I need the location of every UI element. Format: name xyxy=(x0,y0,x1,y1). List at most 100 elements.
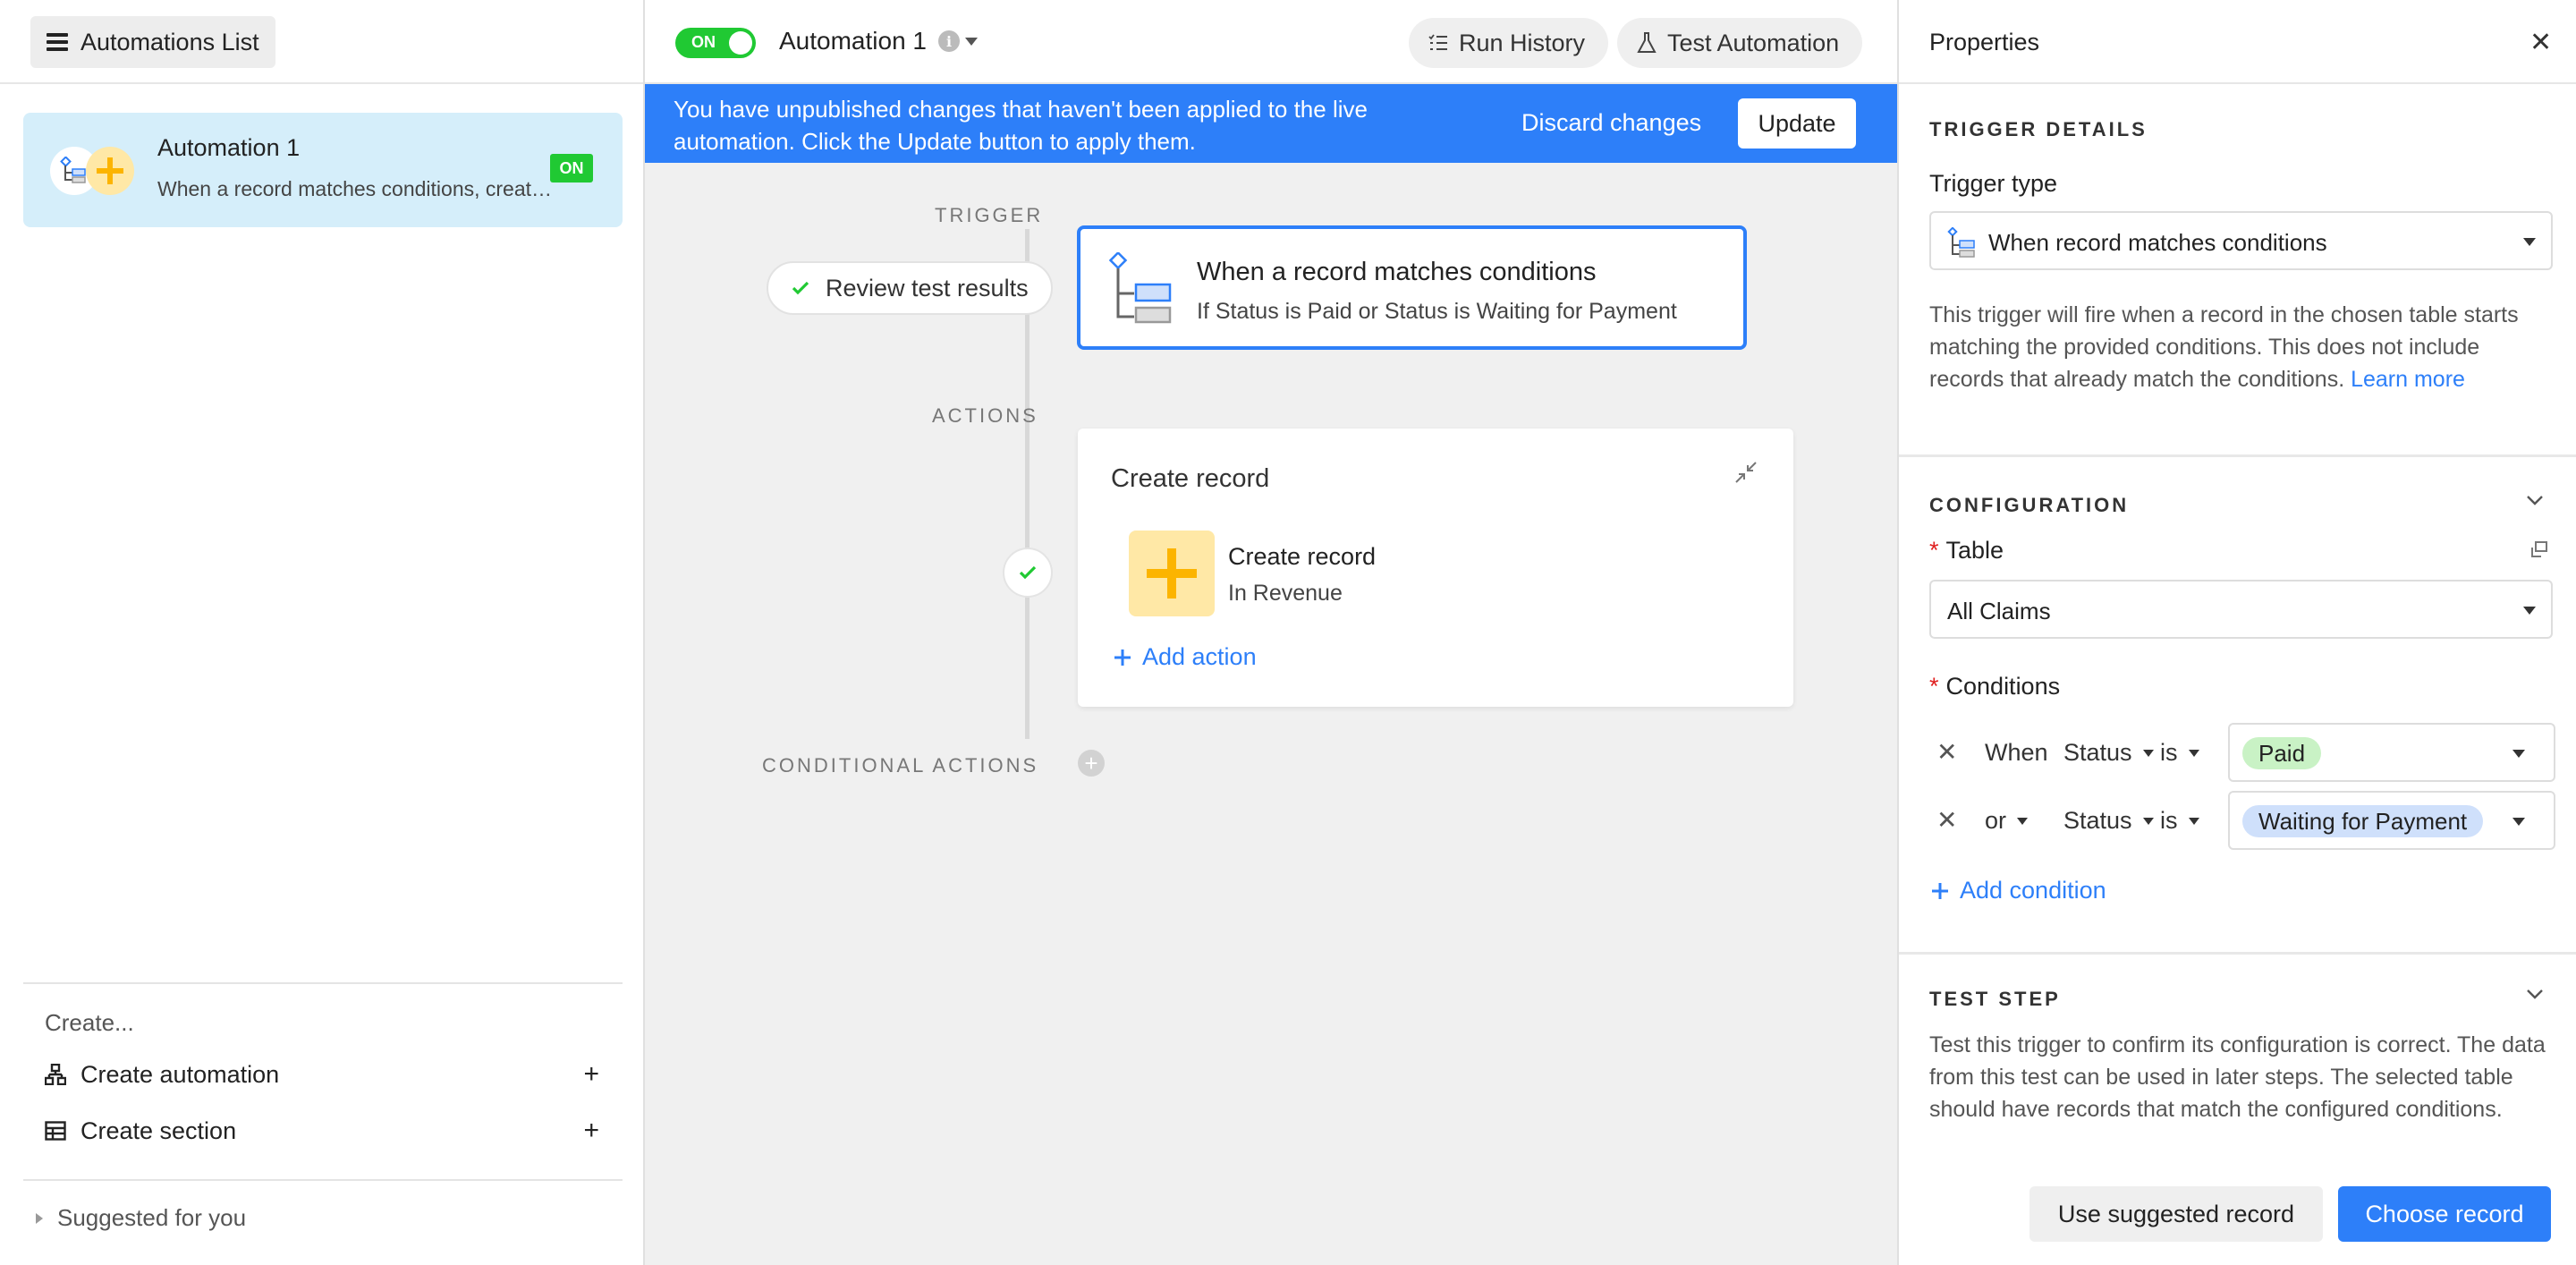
condition-value-pill: Waiting for Payment xyxy=(2242,805,2484,837)
conditions-label-text: Conditions xyxy=(1945,673,2061,700)
automation-canvas: ON Automation 1 i Run History Test Autom… xyxy=(645,0,1897,1265)
required-asterisk: * xyxy=(1929,537,1939,564)
trigger-conditions-icon xyxy=(1108,250,1175,324)
learn-more-link[interactable]: Learn more xyxy=(2351,367,2465,392)
condition-connector-value: or xyxy=(1985,807,2007,834)
action-item-title[interactable]: Create record xyxy=(1228,543,1376,571)
automation-card-title: Automation 1 xyxy=(157,134,301,161)
condition-field-select[interactable]: Status xyxy=(2063,807,2154,835)
run-history-button[interactable]: Run History xyxy=(1409,18,1609,68)
collapse-icon[interactable] xyxy=(1734,461,1758,484)
create-section-button[interactable]: Create section + xyxy=(45,1110,599,1151)
table-select[interactable]: All Claims xyxy=(1929,580,2553,639)
discard-changes-button[interactable]: Discard changes xyxy=(1521,109,1701,137)
chevron-down-icon xyxy=(2188,749,2199,757)
info-icon[interactable]: i xyxy=(938,30,960,52)
panel-title: Properties xyxy=(1929,29,2040,55)
automation-on-toggle[interactable]: ON xyxy=(675,28,756,58)
chevron-down-icon xyxy=(2188,817,2199,825)
action-item-subtitle: In Revenue xyxy=(1228,581,1343,606)
review-test-results-button[interactable]: Review test results xyxy=(767,261,1053,315)
condition-row: ✕ When Status is Paid xyxy=(1929,723,2555,782)
unpublished-changes-banner: You have unpublished changes that haven'… xyxy=(645,84,1897,163)
suggested-for-you-toggle[interactable]: Suggested for you xyxy=(36,1204,246,1232)
automation-icon xyxy=(45,1064,66,1085)
sidebar-divider xyxy=(23,982,623,984)
table-value: All Claims xyxy=(1947,598,2051,624)
trigger-card-subtitle: If Status is Paid or Status is Waiting f… xyxy=(1197,299,1677,324)
condition-value-select[interactable]: Paid xyxy=(2228,723,2555,782)
open-table-icon[interactable] xyxy=(2530,540,2548,558)
automation-list-item[interactable]: Automation 1 When a record matches condi… xyxy=(23,113,623,227)
condition-value-select[interactable]: Waiting for Payment xyxy=(2228,791,2555,850)
sidebar-header: Automations List xyxy=(0,0,643,84)
create-automation-button[interactable]: Create automation + xyxy=(45,1054,599,1095)
automation-card-description: When a record matches conditions, create… xyxy=(157,177,560,200)
status-badge: ON xyxy=(550,154,593,183)
choose-record-button[interactable]: Choose record xyxy=(2338,1186,2551,1242)
condition-connector-select[interactable]: or xyxy=(1985,807,2029,835)
run-history-label: Run History xyxy=(1459,29,1586,56)
chevron-down-icon[interactable] xyxy=(2525,490,2545,510)
remove-condition-icon[interactable]: ✕ xyxy=(1936,737,1957,767)
add-action-button[interactable]: Add action xyxy=(1114,643,1257,671)
conditional-actions-label: CONDITIONAL ACTIONS xyxy=(762,754,1039,777)
section-divider xyxy=(1899,952,2576,955)
automations-sidebar: Automations List Automation 1 When a rec xyxy=(0,0,645,1265)
actions-section-label: ACTIONS xyxy=(932,404,1038,427)
check-icon xyxy=(792,281,809,295)
use-suggested-record-button[interactable]: Use suggested record xyxy=(2029,1186,2323,1242)
automations-list-label: Automations List xyxy=(80,28,259,55)
create-automation-label: Create automation xyxy=(80,1060,280,1088)
trigger-section-label: TRIGGER xyxy=(935,204,1044,226)
chevron-down-icon[interactable] xyxy=(2525,984,2545,1004)
plus-icon: + xyxy=(583,1059,599,1089)
condition-field-value: Status xyxy=(2063,807,2132,834)
trigger-card[interactable]: When a record matches conditions If Stat… xyxy=(1077,225,1747,350)
conditions-label: * Conditions xyxy=(1929,673,2060,700)
trigger-type-value: When record matches conditions xyxy=(1988,229,2327,256)
table-label: * Table xyxy=(1929,537,2004,565)
table-icon xyxy=(45,1120,66,1142)
condition-operator-select[interactable]: is xyxy=(2160,739,2199,767)
add-condition-button[interactable]: Add condition xyxy=(1931,877,2106,904)
chevron-down-icon xyxy=(2512,750,2525,758)
trigger-type-label: Trigger type xyxy=(1929,170,2058,197)
chevron-right-icon xyxy=(36,1212,43,1224)
plus-icon xyxy=(1114,649,1131,666)
test-step-heading: TEST STEP xyxy=(1929,988,2061,1010)
toggle-knob xyxy=(729,31,752,55)
create-label: Create... xyxy=(45,1009,134,1036)
chevron-down-icon xyxy=(2523,238,2536,246)
automation-card-icons xyxy=(50,147,140,195)
condition-operator-select[interactable]: is xyxy=(2160,807,2199,835)
properties-header: Properties ✕ xyxy=(1899,0,2576,84)
update-button[interactable]: Update xyxy=(1738,98,1856,149)
condition-field-select[interactable]: Status xyxy=(2063,739,2154,767)
automation-header: ON Automation 1 i Run History Test Autom… xyxy=(645,0,1897,84)
test-automation-label: Test Automation xyxy=(1667,29,1840,56)
toggle-label: ON xyxy=(691,33,716,51)
banner-message: You have unpublished changes that haven'… xyxy=(674,96,1368,155)
test-automation-button[interactable]: Test Automation xyxy=(1617,18,1863,68)
required-asterisk: * xyxy=(1929,673,1939,700)
section-divider xyxy=(1899,454,2576,457)
automation-name[interactable]: Automation 1 xyxy=(779,27,927,55)
sidebar-divider xyxy=(23,1179,623,1181)
create-record-icon xyxy=(86,147,134,195)
action-card: Create record Create record In Revenue A… xyxy=(1078,429,1793,707)
trigger-details-heading: TRIGGER DETAILS xyxy=(1929,118,2148,140)
condition-field-value: Status xyxy=(2063,739,2132,766)
action-card-title: Create record xyxy=(1111,464,1270,493)
close-icon[interactable]: ✕ xyxy=(2529,27,2552,58)
add-condition-label: Add condition xyxy=(1960,877,2106,904)
trigger-type-select[interactable]: When record matches conditions xyxy=(1929,211,2553,270)
remove-condition-icon[interactable]: ✕ xyxy=(1936,805,1957,835)
review-test-results-label: Review test results xyxy=(826,274,1029,301)
create-record-icon[interactable] xyxy=(1129,531,1215,616)
add-conditional-action-icon[interactable]: + xyxy=(1078,750,1105,777)
condition-connector: When xyxy=(1985,739,2048,766)
chevron-down-icon[interactable] xyxy=(965,38,978,46)
create-section-label: Create section xyxy=(80,1116,237,1144)
automations-list-button[interactable]: Automations List xyxy=(30,16,275,68)
